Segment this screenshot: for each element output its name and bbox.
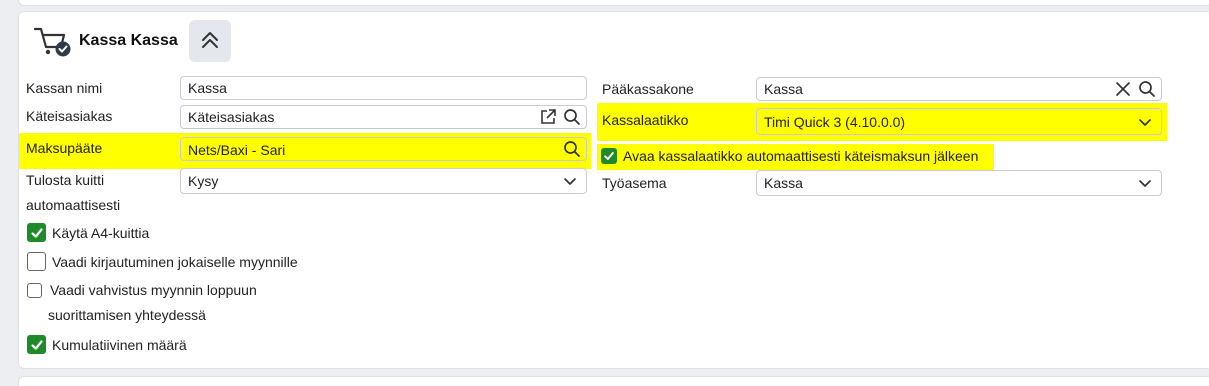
kayta-a4-label: Käytä A4-kuittia bbox=[52, 224, 150, 241]
kumulatiivinen-checkbox[interactable]: Kumulatiivinen määrä bbox=[27, 335, 187, 354]
checkbox-checked-icon bbox=[27, 335, 46, 354]
tulosta-kuitti-select[interactable]: Kysy bbox=[180, 168, 587, 194]
kateisasiakas-value: Käteisasiakas bbox=[188, 109, 275, 125]
kassa-settings-card: Kassa Kassa Kassan nimi Kassa Käteisasia… bbox=[18, 11, 1209, 369]
search-icon[interactable] bbox=[560, 106, 584, 128]
kassalaatikko-label: Kassalaatikko bbox=[602, 112, 689, 128]
vaadi-kirjautuminen-label: Vaadi kirjautuminen jokaiselle myynnille bbox=[52, 253, 298, 270]
checkbox-unchecked-icon bbox=[27, 282, 42, 298]
tyoasema-value: Kassa bbox=[764, 175, 803, 191]
avaa-kassalaatikko-checkbox[interactable]: Avaa kassalaatikko automaattisesti kätei… bbox=[601, 148, 978, 164]
open-external-icon[interactable] bbox=[536, 106, 560, 128]
maksupaate-value: Nets/Baxi - Sari bbox=[188, 142, 286, 158]
kassalaatikko-select[interactable]: Timi Quick 3 (4.10.0.0) bbox=[756, 108, 1162, 135]
vaadi-kirjautuminen-checkbox[interactable]: Vaadi kirjautuminen jokaiselle myynnille bbox=[27, 252, 298, 271]
kumulatiivinen-label: Kumulatiivinen määrä bbox=[52, 336, 187, 353]
search-icon[interactable] bbox=[560, 138, 584, 160]
tulosta-kuitti-label-line2: automaattisesti bbox=[26, 197, 121, 213]
cart-check-icon bbox=[33, 24, 73, 58]
paakassakone-value: Kassa bbox=[764, 81, 803, 97]
kassalaatikko-value: Timi Quick 3 (4.10.0.0) bbox=[764, 113, 906, 130]
kateisasiakas-label: Käteisasiakas bbox=[26, 108, 113, 124]
collapse-button[interactable] bbox=[189, 20, 231, 62]
chevron-down-icon bbox=[1133, 172, 1157, 194]
kayta-a4-checkbox[interactable]: Käytä A4-kuittia bbox=[27, 223, 149, 242]
kassan-nimi-input[interactable]: Kassa bbox=[180, 76, 587, 100]
maksupaate-label: Maksupääte bbox=[26, 140, 103, 156]
kassan-nimi-value: Kassa bbox=[188, 80, 227, 96]
vaadi-vahvistus-checkbox[interactable]: Vaadi vahvistus myynnin loppuun bbox=[27, 282, 257, 298]
tulosta-kuitti-value: Kysy bbox=[188, 173, 219, 189]
kateisasiakas-input[interactable]: Käteisasiakas bbox=[180, 105, 587, 129]
tyoasema-select[interactable]: Kassa bbox=[756, 170, 1162, 196]
section-title: Kassa Kassa bbox=[79, 32, 178, 49]
kassan-nimi-label: Kassan nimi bbox=[26, 80, 103, 96]
chevron-down-icon bbox=[1133, 111, 1157, 133]
previous-panel bbox=[18, 0, 1209, 6]
chevron-down-icon bbox=[558, 170, 582, 192]
checkbox-unchecked-icon bbox=[27, 252, 46, 271]
next-panel bbox=[18, 376, 1209, 386]
vaadi-vahvistus-label-line2: suorittamisen yhteydessä bbox=[48, 307, 206, 323]
maksupaate-input[interactable]: Nets/Baxi - Sari bbox=[180, 137, 587, 161]
chevron-double-up-icon bbox=[199, 29, 221, 54]
avaa-kassalaatikko-label: Avaa kassalaatikko automaattisesti kätei… bbox=[623, 148, 979, 164]
vaadi-vahvistus-label: Vaadi vahvistus myynnin loppuun bbox=[50, 282, 257, 298]
paakassakone-input[interactable]: Kassa bbox=[756, 77, 1162, 101]
checkbox-checked-icon bbox=[601, 148, 617, 164]
search-icon[interactable] bbox=[1135, 78, 1159, 100]
paakassakone-label: Pääkassakone bbox=[602, 81, 694, 97]
tyoasema-label: Työasema bbox=[602, 175, 667, 191]
checkbox-checked-icon bbox=[27, 223, 46, 242]
clear-icon[interactable] bbox=[1111, 78, 1135, 100]
tulosta-kuitti-label: Tulosta kuitti bbox=[26, 172, 105, 188]
